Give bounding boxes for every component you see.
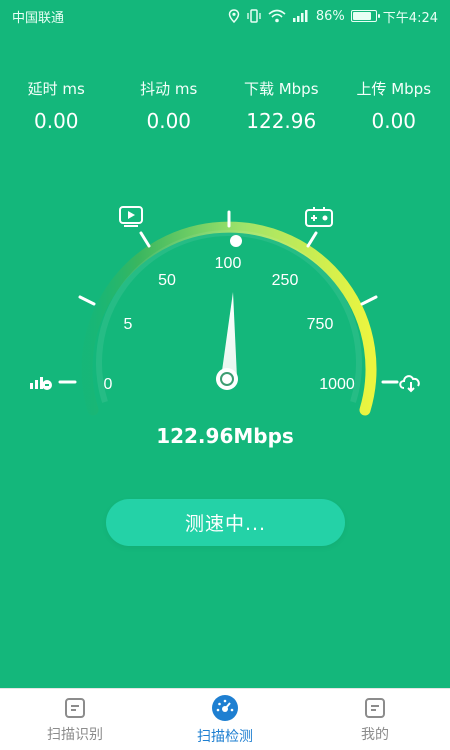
gauge-tick bbox=[306, 231, 318, 248]
battery-percent: 86% bbox=[315, 8, 345, 24]
metric-label: 下载 Mbps bbox=[243, 80, 319, 98]
gauge-tick bbox=[78, 295, 96, 306]
gauge-scale-label: 50 bbox=[158, 272, 176, 289]
game-controller-icon bbox=[305, 207, 333, 227]
vibrate-icon bbox=[247, 9, 261, 23]
carrier-label: 中国联通 bbox=[12, 10, 65, 26]
gauge-needle bbox=[221, 292, 237, 378]
gauge-scale-label: 750 bbox=[307, 316, 334, 333]
gauge-scale-label: 100 bbox=[215, 255, 242, 272]
gauge-scale-label: 5 bbox=[124, 316, 133, 333]
bottom-tab-bar: 扫描识别 扫描检测 我的 bbox=[0, 688, 450, 750]
tab-label: 我的 bbox=[361, 726, 389, 743]
cloud-download-icon bbox=[399, 375, 420, 393]
metric-label: 延时 ms bbox=[27, 80, 85, 98]
document-icon bbox=[65, 697, 85, 718]
speed-test-button-label: 测速中... bbox=[184, 513, 267, 535]
speed-readout: 122.96Mbps bbox=[156, 424, 294, 448]
tab-scan-recognize[interactable]: 扫描识别 bbox=[0, 689, 150, 750]
signal-bars-icon bbox=[30, 377, 52, 390]
metric-latency: 延时 ms 0.00 bbox=[0, 78, 113, 138]
document-icon bbox=[365, 697, 385, 718]
metric-label: 抖动 ms bbox=[140, 80, 198, 98]
metric-value: 0.00 bbox=[146, 109, 192, 133]
gauge-hub-center-inner bbox=[222, 374, 232, 384]
tab-profile[interactable]: 我的 bbox=[300, 689, 450, 750]
metric-value: 0.00 bbox=[371, 109, 417, 133]
tab-label: 扫描检测 bbox=[197, 728, 253, 745]
metric-jitter: 抖动 ms 0.00 bbox=[113, 78, 226, 138]
gauge-scale-label: 250 bbox=[272, 272, 299, 289]
metric-download: 下载 Mbps 122.96 bbox=[225, 78, 338, 138]
metric-upload: 上传 Mbps 0.00 bbox=[338, 78, 450, 138]
speedometer-icon bbox=[212, 694, 238, 721]
metric-label: 上传 Mbps bbox=[356, 80, 432, 98]
metrics-row: 延时 ms 0.00 抖动 ms 0.00 下载 Mbps 122.96 上传 … bbox=[0, 78, 450, 138]
metric-value: 0.00 bbox=[33, 109, 79, 133]
tab-label: 扫描识别 bbox=[47, 726, 103, 743]
gauge-scale-label: 1000 bbox=[319, 376, 355, 393]
gauge-indicator-dot bbox=[230, 235, 242, 247]
battery-level bbox=[352, 12, 371, 20]
tab-scan-detect[interactable]: 扫描检测 bbox=[150, 689, 300, 750]
signal-icon bbox=[292, 10, 308, 22]
gauge-scale-label: 0 bbox=[104, 376, 113, 393]
battery-icon bbox=[350, 10, 380, 22]
speed-gauge: 0 5 50 100 250 750 1000 bbox=[30, 206, 420, 416]
metric-value: 122.96 bbox=[246, 109, 317, 133]
speed-test-button[interactable]: 测速中... bbox=[106, 499, 345, 546]
gauge-tick bbox=[360, 295, 378, 306]
status-icons: 86% 下午4:24 bbox=[228, 7, 438, 26]
video-icon bbox=[119, 206, 143, 227]
location-icon bbox=[228, 9, 240, 23]
clock: 下午4:24 bbox=[382, 10, 438, 26]
wifi-icon bbox=[268, 9, 286, 23]
gauge-tick bbox=[139, 231, 151, 248]
status-bar: 中国联通 86% 下午4:24 bbox=[0, 0, 450, 32]
